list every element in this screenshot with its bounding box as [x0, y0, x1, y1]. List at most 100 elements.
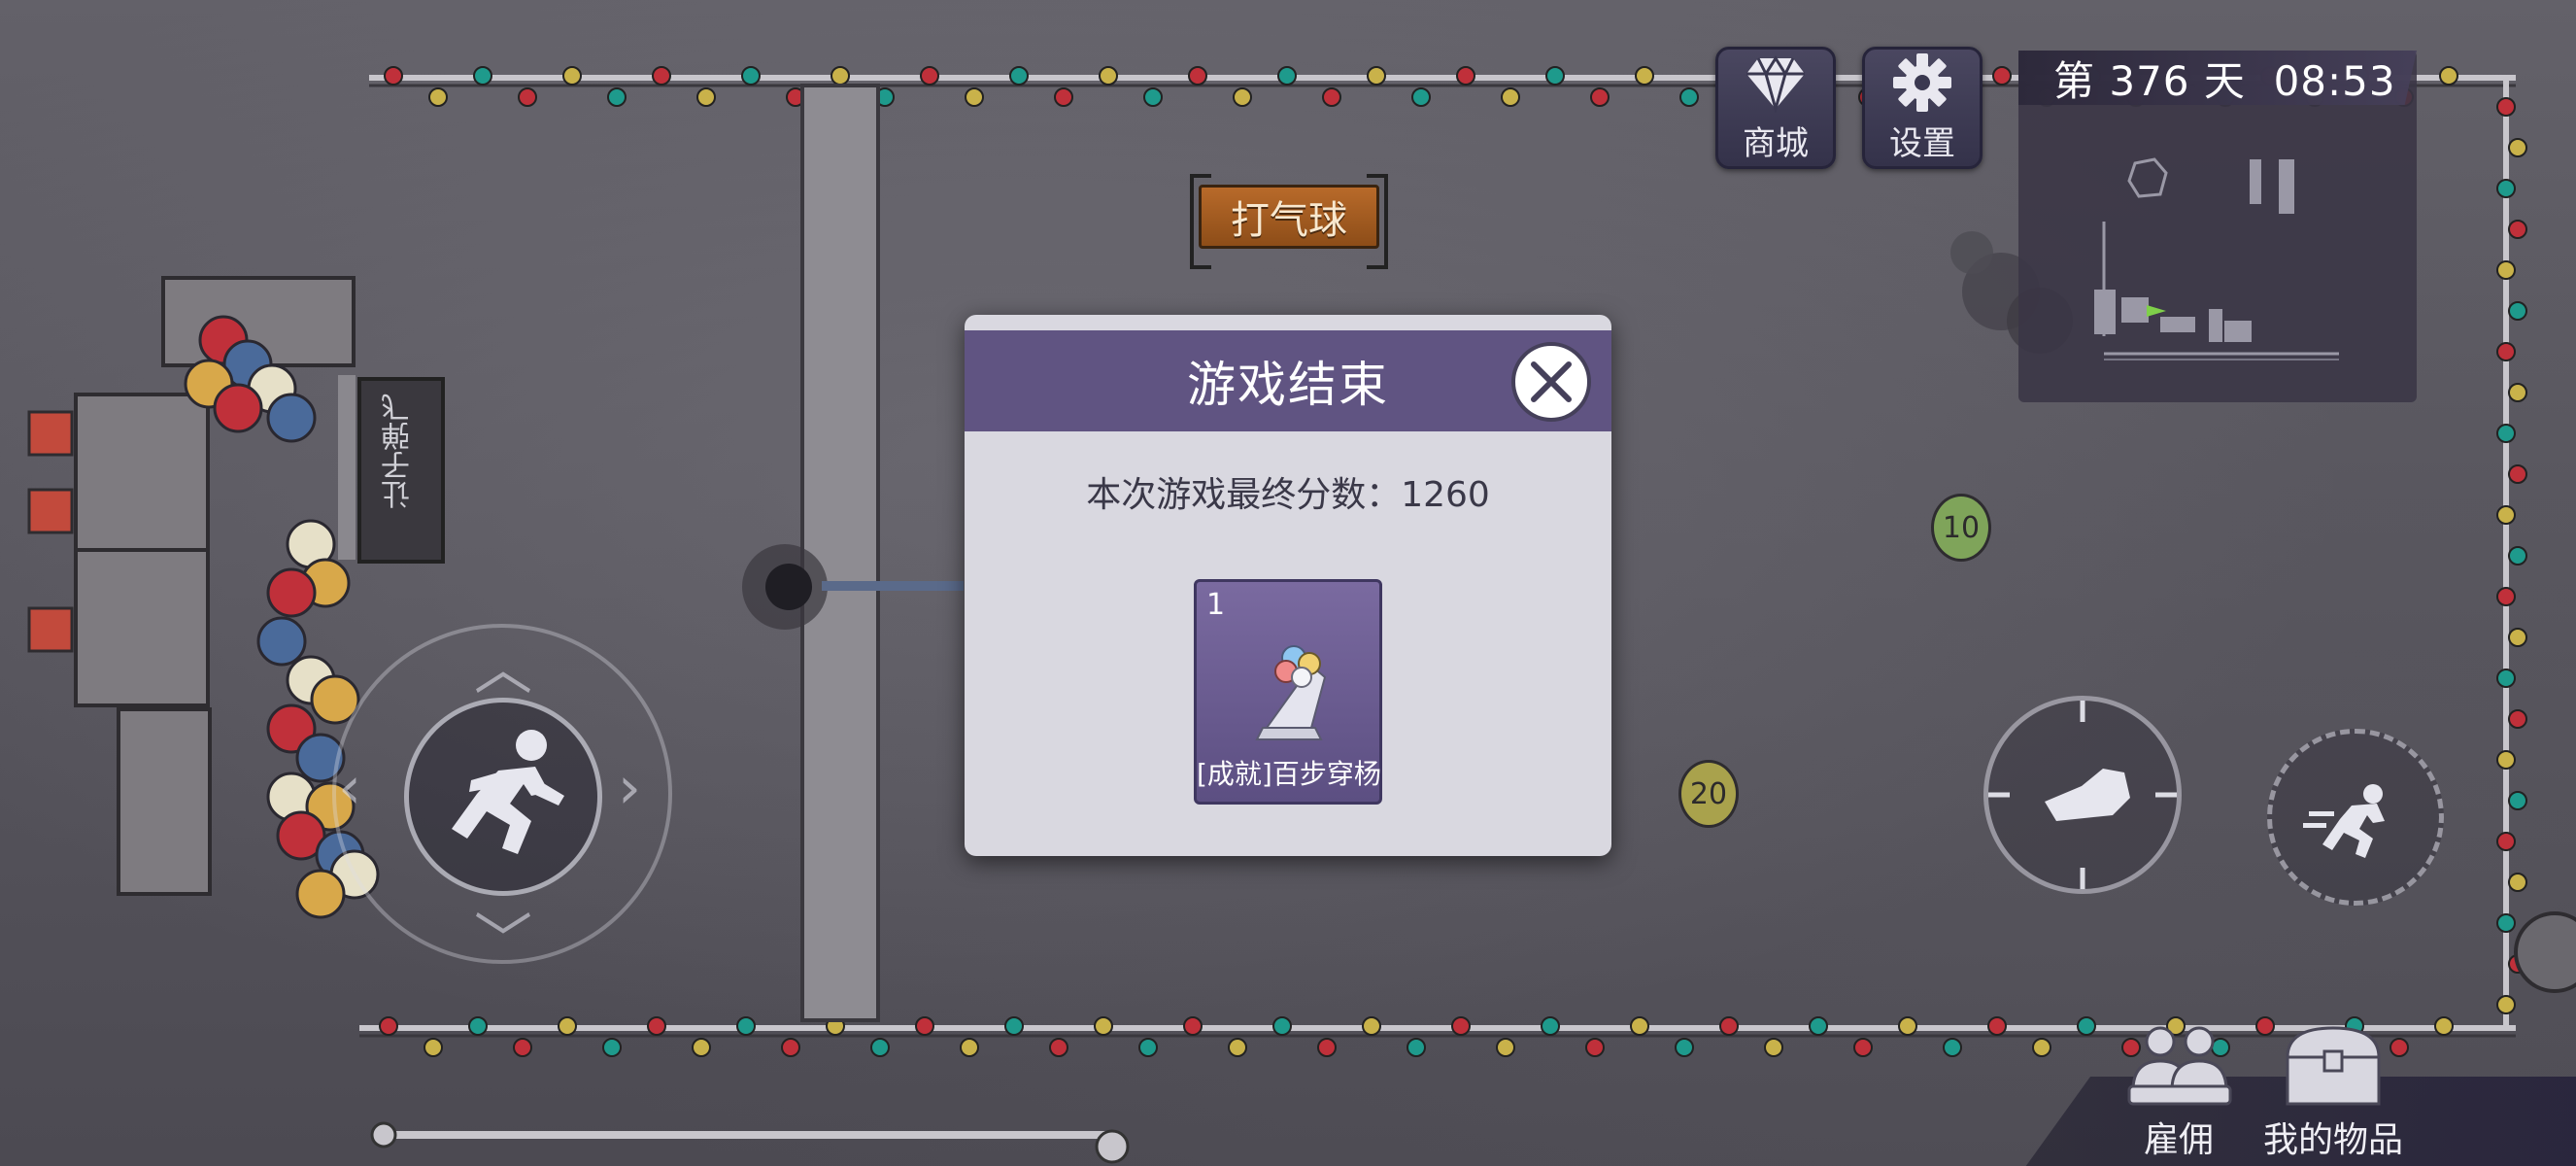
fence-light: [2434, 1016, 2454, 1036]
balloon-game-sign: 打气球: [1190, 174, 1388, 269]
fence-light: [1898, 1016, 1917, 1036]
sprint-button[interactable]: [2267, 729, 2444, 906]
fence-light: [1277, 66, 1297, 86]
fence-light: [1188, 66, 1207, 86]
fence-light: [965, 87, 984, 107]
game-over-dialog: 游戏结束 本次游戏最终分数：1260 1 [成就]百步穿杨: [965, 315, 1611, 856]
settings-button[interactable]: 设置: [1862, 47, 1983, 169]
fence-light: [1049, 1038, 1068, 1057]
attack-button[interactable]: [1981, 693, 2185, 897]
joystick-left-arrow: ‹: [338, 754, 361, 822]
fence-light: [1590, 87, 1610, 107]
fence-light: [1679, 87, 1699, 107]
fence-light: [1630, 1016, 1649, 1036]
fence-light: [736, 1016, 756, 1036]
fence-light: [1317, 1038, 1337, 1057]
joystick-up-arrow: ︿: [474, 635, 532, 703]
close-icon: [1531, 361, 1572, 402]
day-time-display: 第 376 天 08:53: [2018, 51, 2417, 105]
fence-light: [1228, 1038, 1247, 1057]
close-button[interactable]: [1511, 342, 1591, 422]
running-man-icon: [452, 730, 564, 854]
fence-light: [1501, 87, 1520, 107]
fence-light: [1367, 66, 1386, 86]
fence-light: [2508, 220, 2527, 239]
fence-light: [1094, 1016, 1113, 1036]
minimap[interactable]: 第 376 天 08:53: [2018, 51, 2417, 402]
fence-light: [513, 1038, 532, 1057]
fence-light: [960, 1038, 979, 1057]
minimap-content: [2094, 157, 2339, 360]
hire-label: 雇佣: [2143, 1120, 2214, 1160]
fence-light: [1451, 1016, 1471, 1036]
fence-light: [2508, 301, 2527, 321]
fence-light: [1411, 87, 1431, 107]
fence-light: [2508, 791, 2527, 810]
fence-light: [2496, 342, 2516, 361]
decor-balloon: [213, 383, 263, 433]
fence-light: [920, 66, 939, 86]
fence-light: [692, 1038, 711, 1057]
fence-light: [2496, 669, 2516, 688]
fence-light: [2496, 587, 2516, 606]
balloon-trophy-icon: [1255, 645, 1327, 740]
fence-light: [1362, 1016, 1381, 1036]
fence-light: [1585, 1038, 1605, 1057]
fence-light: [1943, 1038, 1962, 1057]
diamond-icon: [1746, 54, 1805, 113]
fence-light: [1992, 66, 2012, 86]
my-items-button[interactable]: 我的物品: [2263, 1022, 2403, 1162]
balloon-target-10[interactable]: 10: [1931, 494, 1991, 562]
fence-light: [2496, 260, 2516, 280]
fence-light: [1496, 1038, 1515, 1057]
fence-light: [2496, 913, 2516, 933]
fence-light: [1143, 87, 1163, 107]
treasure-chest-icon: [2286, 1026, 2381, 1106]
joystick-knob[interactable]: [404, 698, 602, 896]
my-items-label: 我的物品: [2263, 1120, 2404, 1160]
fence-light: [1675, 1038, 1694, 1057]
fence-light: [1545, 66, 1565, 86]
fence-light: [1719, 1016, 1739, 1036]
fence-light: [781, 1038, 800, 1057]
fence-light: [384, 66, 403, 86]
fence-light: [468, 1016, 488, 1036]
fence-light: [830, 66, 850, 86]
banner-text: 让子弹飞: [382, 393, 416, 509]
shop-label: 商城: [1743, 123, 1809, 163]
fence-light: [870, 1038, 890, 1057]
joystick-right-arrow: ›: [618, 754, 641, 822]
fence-light: [1009, 66, 1029, 86]
hire-button[interactable]: 雇佣: [2123, 1022, 2234, 1162]
people-icon: [2127, 1026, 2232, 1106]
balloon-target-20[interactable]: 20: [1678, 760, 1739, 828]
fence-light: [1407, 1038, 1426, 1057]
settings-label: 设置: [1889, 123, 1955, 163]
fence-light: [562, 66, 582, 86]
decor-balloon: [295, 869, 346, 919]
gear-icon: [1893, 52, 1951, 112]
reward-card[interactable]: 1 [成就]百步穿杨: [1194, 579, 1382, 805]
fence-light: [741, 66, 761, 86]
fence-light: [473, 66, 492, 86]
fence-light: [2496, 424, 2516, 443]
fence-light: [1635, 66, 1654, 86]
fist-icon: [1981, 693, 2185, 897]
shop-button[interactable]: 商城: [1715, 47, 1836, 169]
fence-light: [2508, 383, 2527, 402]
fence-light: [2496, 995, 2516, 1014]
fence-light: [1853, 1038, 1873, 1057]
fence-light: [2032, 1038, 2051, 1057]
fence-light: [2496, 832, 2516, 851]
fence-light: [647, 1016, 666, 1036]
fence-light: [424, 1038, 443, 1057]
fence-light: [602, 1038, 622, 1057]
fence-light: [1233, 87, 1252, 107]
fence-light: [2439, 66, 2458, 86]
fence-light: [2496, 179, 2516, 198]
fence-light: [1541, 1016, 1560, 1036]
fence-light: [2508, 709, 2527, 729]
fence-light: [2508, 546, 2527, 566]
fence-light: [2496, 750, 2516, 770]
fence-light: [2496, 97, 2516, 117]
